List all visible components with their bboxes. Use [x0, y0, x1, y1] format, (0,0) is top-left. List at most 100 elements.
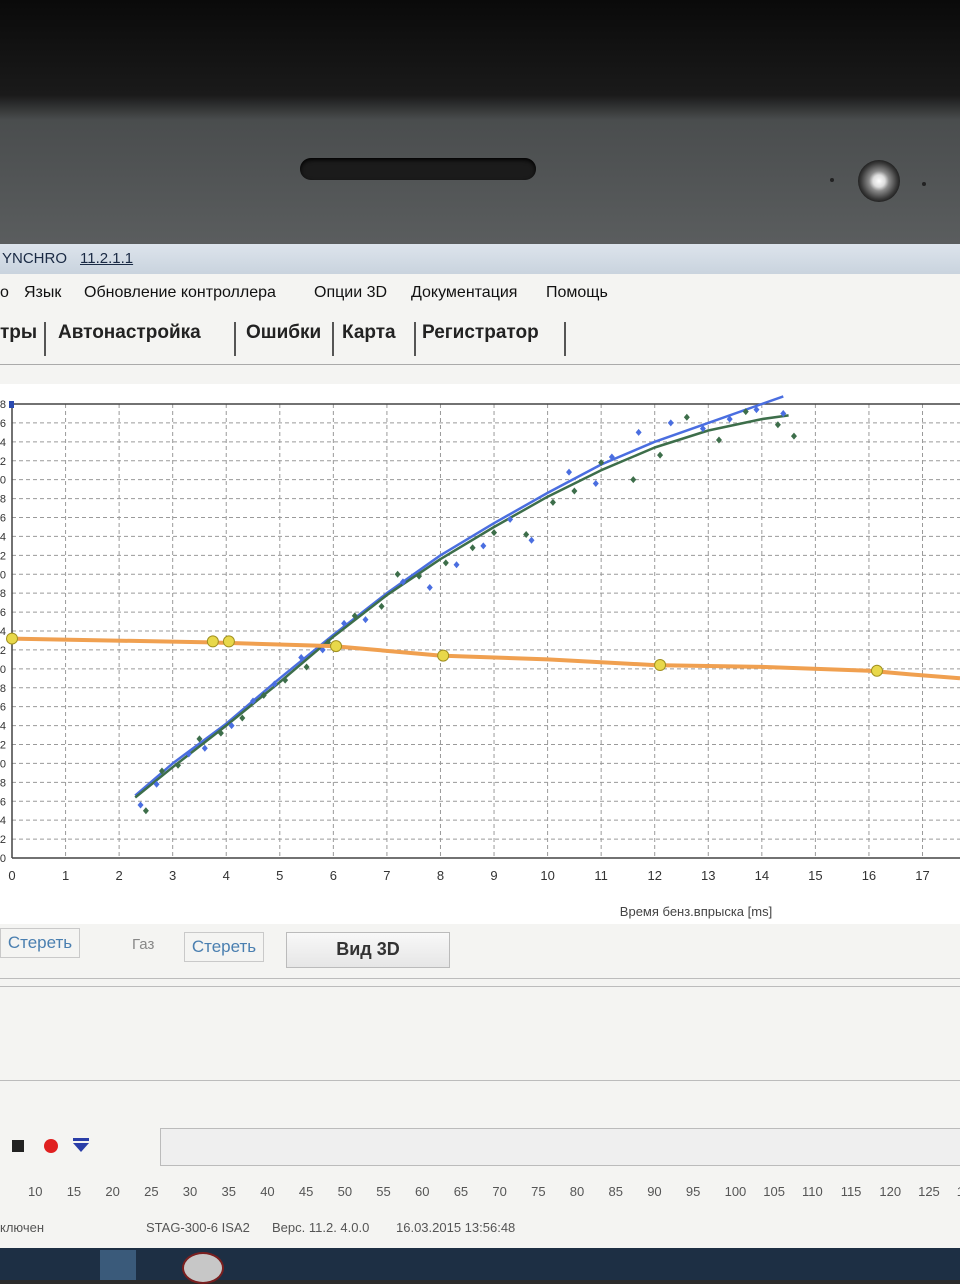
tab-label: Карта — [342, 322, 396, 343]
x-tick-label: 9 — [490, 868, 497, 883]
y-tick-label: 6 — [0, 513, 6, 525]
x-axis-label: Время бенз.впрыска [ms] — [620, 904, 772, 919]
menu-item-help[interactable]: Помощь — [546, 284, 608, 302]
y-tick-label: 8 — [0, 399, 6, 411]
breakpoint-marker — [871, 665, 882, 676]
tab-label: тры — [0, 322, 37, 343]
timeline-tick-label: 15 — [67, 1184, 81, 1199]
tab-label: Автонастройка — [58, 322, 201, 343]
tab-label: Регистратор — [422, 322, 539, 343]
chart-background — [0, 384, 960, 924]
bezel-sensor — [830, 178, 834, 182]
breakpoint-marker — [655, 660, 666, 671]
erase-left-button[interactable]: Стереть — [0, 928, 80, 958]
download-arrow-icon[interactable] — [72, 1136, 90, 1154]
timeline-tick-label: 30 — [183, 1184, 197, 1199]
menu-item-file[interactable]: о — [0, 284, 9, 302]
y-tick-label: 4 — [0, 437, 6, 449]
breakpoint-marker — [207, 636, 218, 647]
status-bar: ключен STAG-300-6 ISA2 Верс. 11.2. 4.0.0… — [0, 1214, 960, 1244]
y-tick-label: 8 — [0, 777, 6, 789]
timeline-tick-label: 70 — [492, 1184, 506, 1199]
tab-autotune[interactable]: Автонастройка — [58, 322, 236, 356]
tab-map[interactable]: Карта — [342, 322, 416, 356]
timeline-tick-label: 90 — [647, 1184, 661, 1199]
menu-bar: о Язык Обновление контроллера Опции 3D Д… — [0, 278, 960, 308]
app-window: YNCHRO 11.2.1.1 о Язык Обновление контро… — [0, 244, 960, 1280]
breakpoint-marker — [223, 636, 234, 647]
timeline-tick-label: 60 — [415, 1184, 429, 1199]
device-model: STAG-300-6 ISA2 — [146, 1220, 250, 1235]
timeline-tick-label: 100 — [725, 1184, 747, 1199]
injection-map-chart[interactable]: 0123456789101112131415161702468024680246… — [0, 384, 960, 924]
y-tick-label: 0 — [0, 569, 6, 581]
y-tick-label: 2 — [0, 645, 6, 657]
x-tick-label: 4 — [223, 868, 230, 883]
divider — [0, 986, 960, 987]
y-tick-label: 4 — [0, 531, 6, 543]
firmware-version: Верс. 11.2. 4.0.0 — [272, 1220, 369, 1235]
tab-bar: тры Автонастройка Ошибки Карта Регистрат… — [0, 314, 960, 365]
y-tick-label: 6 — [0, 607, 6, 619]
view-3d-button[interactable]: Вид 3D — [286, 932, 450, 968]
timeline-tick-label: 115 — [841, 1184, 862, 1199]
timeline-tick-label: 50 — [338, 1184, 352, 1199]
timeline-tick-label: 125 — [918, 1184, 940, 1199]
y-tick-label: 0 — [0, 853, 6, 865]
player-toolbar — [0, 1130, 160, 1160]
divider — [0, 978, 960, 979]
x-tick-label: 12 — [647, 868, 661, 883]
y-tick-label: 4 — [0, 626, 6, 638]
tab-errors[interactable]: Ошибки — [246, 322, 334, 356]
y-tick-label: 4 — [0, 815, 6, 827]
y-tick-label: 8 — [0, 588, 6, 600]
menu-item-language[interactable]: Язык — [24, 284, 61, 302]
timeline-tick-label: 105 — [763, 1184, 785, 1199]
y-tick-label: 6 — [0, 702, 6, 714]
x-tick-label: 10 — [540, 868, 554, 883]
timeline-tick-label: 20 — [105, 1184, 119, 1199]
x-tick-label: 1 — [62, 868, 69, 883]
gas-label: Газ — [132, 936, 154, 953]
y-tick-label: 2 — [0, 550, 6, 562]
timeline-tick-label: 40 — [260, 1184, 274, 1199]
menu-item-3d-options[interactable]: Опции 3D — [314, 284, 387, 302]
x-tick-label: 0 — [8, 868, 15, 883]
y-tick-label: 2 — [0, 456, 6, 468]
taskbar — [0, 1248, 960, 1280]
record-icon[interactable] — [44, 1139, 58, 1153]
timeline-tick-label: 25 — [144, 1184, 158, 1199]
y-tick-label: 0 — [0, 475, 6, 487]
x-tick-label: 13 — [701, 868, 715, 883]
status-datetime: 16.03.2015 13:56:48 — [396, 1220, 515, 1235]
x-tick-label: 11 — [594, 868, 608, 883]
timeline-tick-label: 110 — [802, 1184, 823, 1199]
tab-parameters[interactable]: тры — [0, 322, 46, 356]
y-tick-label: 0 — [0, 758, 6, 770]
timeline-tick-label: 80 — [570, 1184, 584, 1199]
menu-item-controller-update[interactable]: Обновление контроллера — [84, 284, 276, 302]
timeline-track[interactable] — [160, 1128, 960, 1166]
x-tick-label: 2 — [116, 868, 123, 883]
x-tick-label: 5 — [276, 868, 283, 883]
x-tick-label: 14 — [755, 868, 769, 883]
timeline-tick-label: 55 — [376, 1184, 390, 1199]
window-version: 11.2.1.1 — [80, 250, 133, 267]
webcam-light-icon — [858, 160, 900, 202]
taskbar-program-icon[interactable] — [182, 1252, 224, 1284]
divider — [0, 1080, 960, 1081]
breakpoint-marker — [7, 633, 18, 644]
taskbar-app-button[interactable] — [100, 1250, 136, 1280]
menu-item-documentation[interactable]: Документация — [411, 284, 517, 302]
erase-right-button[interactable]: Стереть — [184, 932, 264, 962]
timeline-tick-label: 85 — [609, 1184, 623, 1199]
y-tick-label: 4 — [0, 721, 6, 733]
stop-icon[interactable] — [12, 1140, 24, 1152]
window-title: YNCHRO — [2, 250, 67, 267]
timeline-tick-label: 65 — [454, 1184, 468, 1199]
connection-status: ключен — [0, 1220, 44, 1235]
timeline-tick-label: 95 — [686, 1184, 700, 1199]
bezel-speaker-grille — [300, 158, 536, 180]
x-tick-label: 3 — [169, 868, 176, 883]
tab-recorder[interactable]: Регистратор — [422, 322, 566, 356]
